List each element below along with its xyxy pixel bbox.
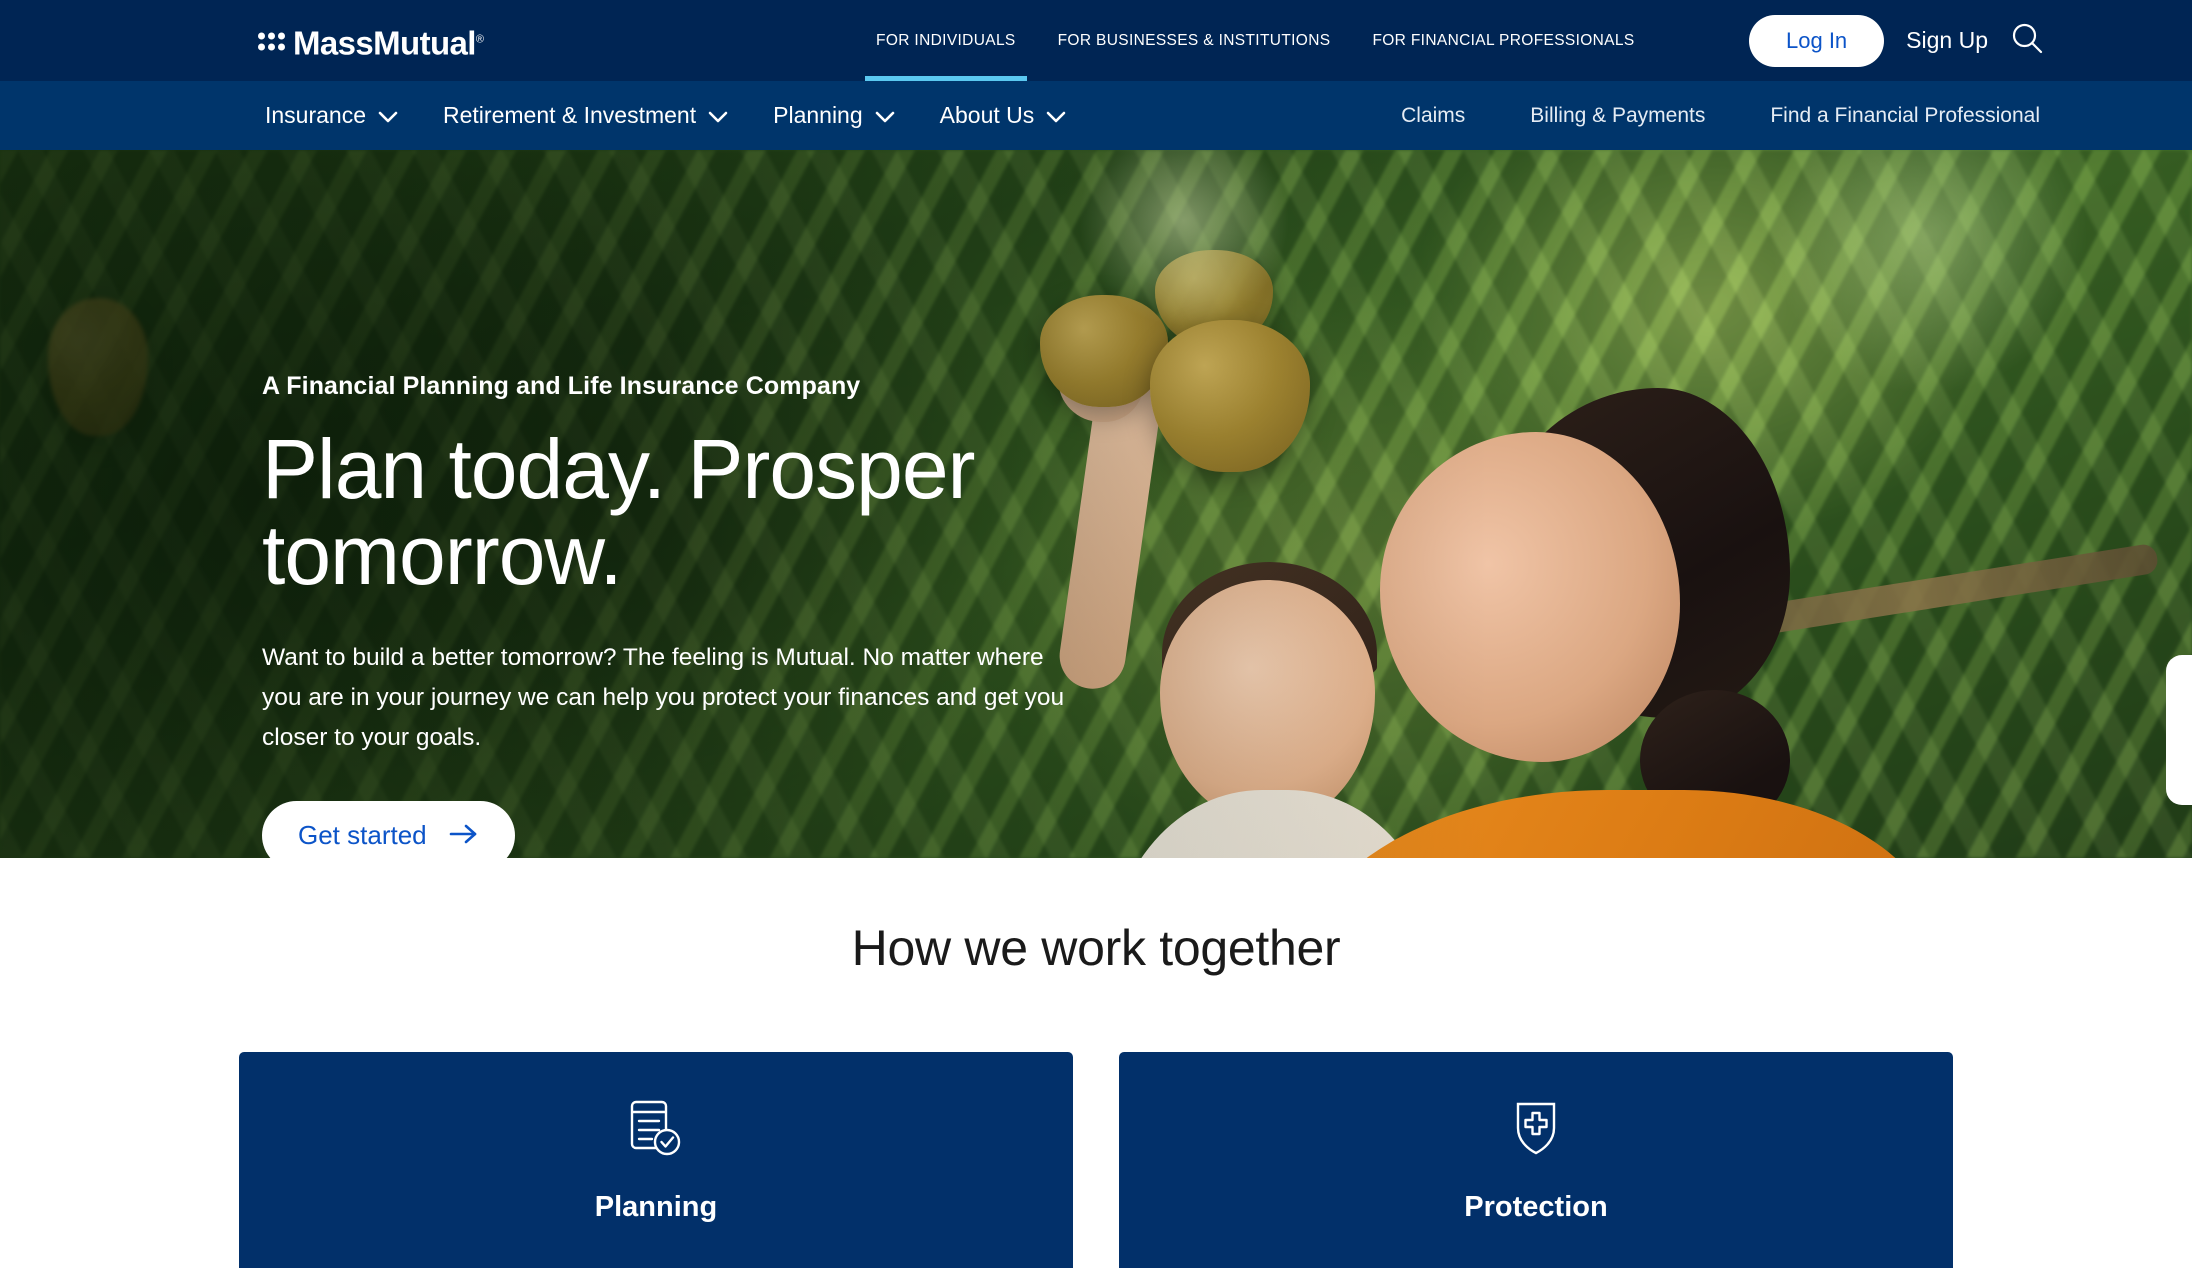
feedback-tab[interactable] (2166, 655, 2192, 805)
nav-item-label: Insurance (265, 102, 367, 128)
logo-dots-icon (258, 27, 286, 57)
section-heading: How we work together (851, 920, 1341, 976)
topbar-actions: Log In Sign Up (1749, 14, 2044, 67)
sign-up-link[interactable]: Sign Up (1906, 27, 1988, 54)
arrow-right-icon (449, 823, 479, 848)
feature-cards: Planning Explore financial planning and … (0, 1052, 2192, 1268)
secondary-nav: Claims Billing & Payments Find a Financi… (1336, 104, 2040, 128)
nav-item-label: Planning (773, 102, 863, 128)
how-we-work-section: How we work together Planning Explore fi… (0, 858, 2192, 1268)
audience-tabs: FOR INDIVIDUALS FOR BUSINESSES & INSTITU… (855, 0, 1656, 81)
top-utility-bar: MassMutual® FOR INDIVIDUALS FOR BUSINESS… (0, 0, 2192, 81)
search-icon[interactable] (2010, 21, 2044, 60)
hero-subtitle: Want to build a better tomorrow? The fee… (262, 644, 1065, 751)
hero-title: Plan today. Prosper tomorrow. (262, 422, 1092, 602)
nav-item-about-us[interactable]: About Us (940, 102, 1112, 129)
get-started-label: Get started (298, 820, 427, 851)
registered-mark: ® (475, 33, 484, 45)
nav-item-insurance[interactable]: Insurance (265, 102, 443, 129)
hero-title-line1: Plan today. Prosper (262, 422, 976, 516)
card-planning[interactable]: Planning Explore financial planning and … (239, 1052, 1073, 1268)
massmutual-logo[interactable]: MassMutual® (258, 24, 484, 61)
nav-link-billing-payments[interactable]: Billing & Payments (1465, 104, 1705, 128)
audience-tab-label: FOR FINANCIAL PROFESSIONALS (1372, 31, 1635, 49)
card-title: Protection (1464, 1191, 1608, 1223)
nav-item-planning[interactable]: Planning (773, 102, 940, 129)
primary-nav: Insurance Retirement & Investment Planni… (265, 102, 1111, 129)
audience-tab-label: FOR INDIVIDUALS (876, 31, 1016, 49)
audience-tab-financial-professionals[interactable]: FOR FINANCIAL PROFESSIONALS (1351, 0, 1655, 81)
hero-banner: A Financial Planning and Life Insurance … (0, 150, 2192, 858)
audience-tab-label: FOR BUSINESSES & INSTITUTIONS (1057, 31, 1331, 49)
logo-wordmark: MassMutual® (293, 24, 484, 61)
main-navigation-bar: Insurance Retirement & Investment Planni… (0, 81, 2192, 150)
nav-link-claims[interactable]: Claims (1336, 104, 1465, 128)
nav-link-find-financial-professional[interactable]: Find a Financial Professional (1705, 104, 2040, 128)
chevron-down-icon (708, 102, 728, 129)
document-check-icon (295, 1098, 1017, 1158)
chevron-down-icon (378, 102, 398, 129)
hero-eyebrow: A Financial Planning and Life Insurance … (262, 372, 861, 400)
nav-item-retirement-investment[interactable]: Retirement & Investment (443, 102, 773, 129)
card-title: Planning (594, 1191, 718, 1223)
get-started-button[interactable]: Get started (262, 801, 515, 858)
log-in-button[interactable]: Log In (1749, 14, 1885, 67)
audience-tab-individuals[interactable]: FOR INDIVIDUALS (855, 0, 1037, 81)
hero-content: A Financial Planning and Life Insurance … (262, 372, 1092, 858)
nav-item-label: Retirement & Investment (443, 102, 697, 128)
hero-title-line2: tomorrow. (262, 507, 623, 602)
audience-tab-businesses[interactable]: FOR BUSINESSES & INSTITUTIONS (1037, 0, 1352, 81)
chevron-down-icon (1046, 102, 1066, 129)
chevron-down-icon (875, 102, 895, 129)
card-protection[interactable]: Protection Discover insurance products t… (1119, 1052, 1953, 1268)
shield-plus-icon (1175, 1098, 1897, 1158)
nav-item-label: About Us (939, 102, 1035, 128)
